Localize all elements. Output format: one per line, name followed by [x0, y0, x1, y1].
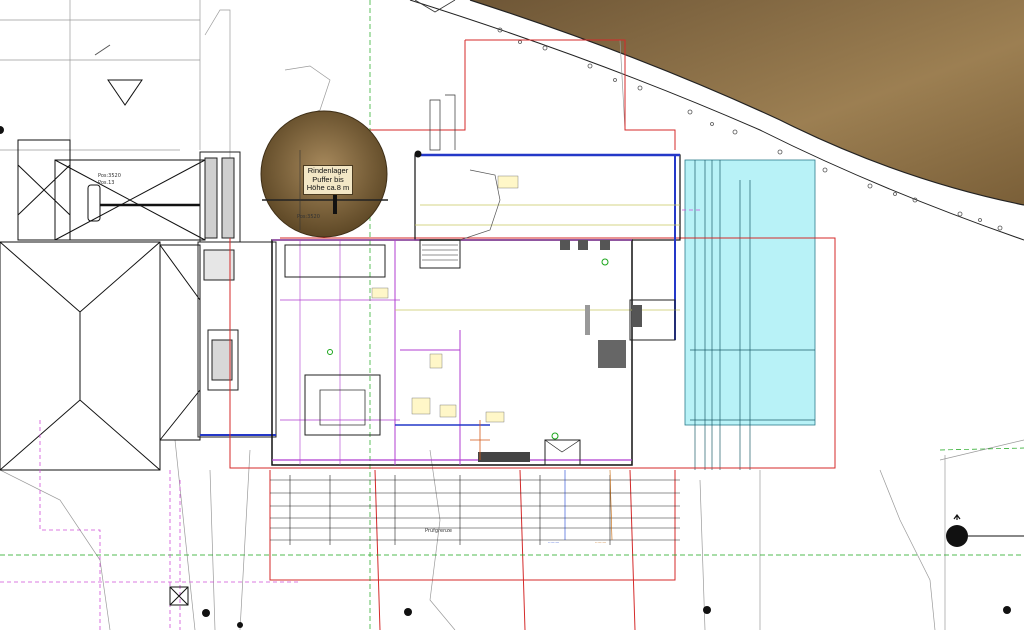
- pos-labels-top-left: Pos:3520 Pos.13: [98, 173, 121, 186]
- dimension-lines: [270, 469, 680, 545]
- pos-sub-label: Pos.13: [98, 180, 114, 186]
- survey-points: [0, 126, 1011, 628]
- floor-plan-drawing: Pos:3520 Pos.13 Prüfgrenze ········· ···…: [0, 0, 1024, 630]
- structure-top-left: [17, 44, 206, 241]
- junction-box: [169, 586, 189, 606]
- pos-label-circle: Pos:3520: [297, 214, 320, 220]
- water-basin: [684, 159, 816, 470]
- bark-storage-callout: Rindenlager Puffer bis Höhe ca.8 m: [303, 165, 353, 195]
- pos-label: Pos:3520: [98, 173, 121, 179]
- bottom-label: Prüfgrenze: [425, 528, 452, 534]
- pipe-label-orange: ·········: [595, 540, 606, 545]
- well-symbol: [946, 514, 1024, 547]
- roof-building-left: [0, 241, 201, 471]
- callout-line-3: Höhe ca.8 m: [306, 183, 350, 192]
- pipe-label-blue: ·········: [548, 540, 559, 545]
